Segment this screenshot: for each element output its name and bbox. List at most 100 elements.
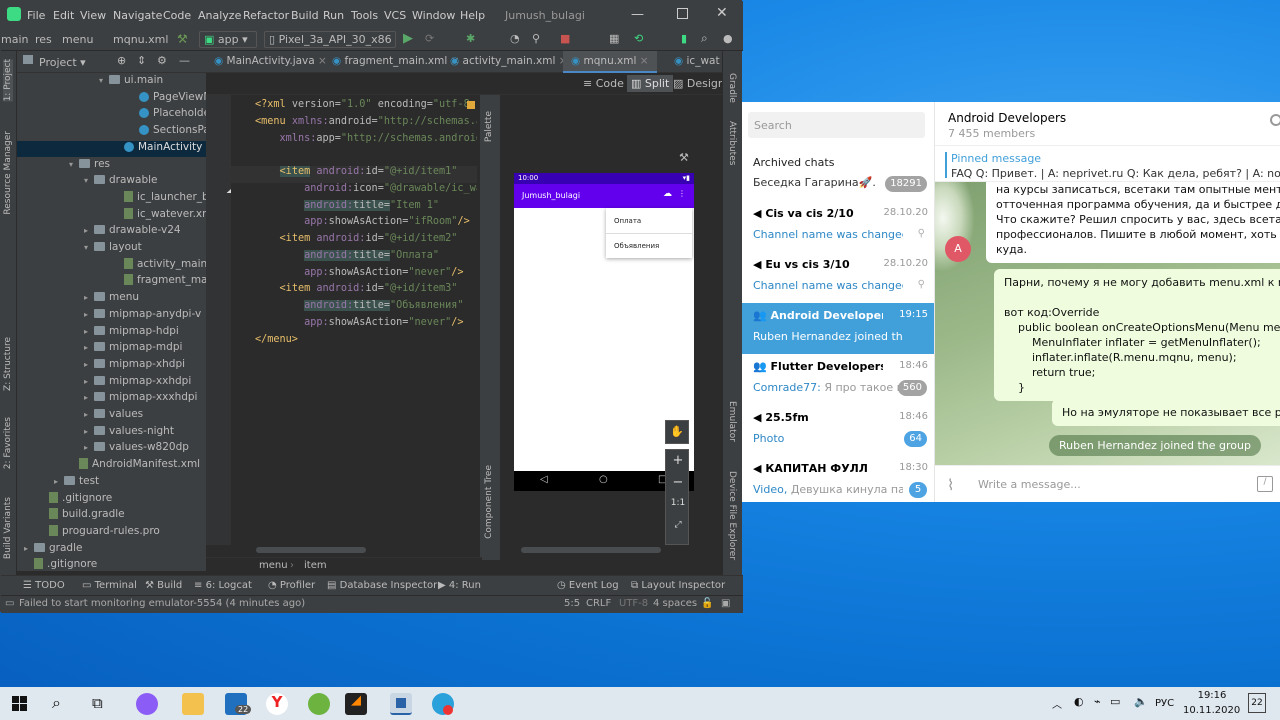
expand-icon[interactable]: ▸	[84, 310, 94, 319]
telegram-taskbar-icon[interactable]	[432, 693, 454, 715]
tree-item[interactable]: SectionsPag	[17, 124, 206, 140]
code-line[interactable]: 14 app:showAsAction="never"/>	[231, 317, 477, 334]
alice-icon[interactable]	[136, 693, 158, 715]
wrench-icon[interactable]: ⚒	[679, 151, 689, 164]
file-encoding[interactable]: UTF-8	[619, 598, 648, 609]
usb-icon[interactable]: ⌁	[1094, 695, 1101, 708]
tree-item[interactable]: ▸ mipmap-xxhdpi	[17, 375, 206, 391]
tree-item[interactable]: .gitignore	[17, 491, 206, 508]
tree-item[interactable]: .gitignore	[17, 558, 206, 571]
expand-icon[interactable]: ▸	[24, 544, 34, 553]
tree-item[interactable]: activity_main.x	[17, 257, 206, 274]
code-line[interactable]: 4	[231, 149, 477, 166]
expand-icon[interactable]: ▸	[84, 377, 94, 386]
close-button[interactable]: ✕	[716, 5, 728, 21]
task-view-icon[interactable]: ⧉	[92, 694, 103, 712]
zoom-fit-icon[interactable]: ⤢	[666, 520, 690, 530]
crumb-res[interactable]: res	[35, 33, 52, 46]
notification-center-icon[interactable]: 22	[1248, 693, 1266, 713]
expand-icon[interactable]: ▸	[84, 410, 94, 419]
tool-window-event-log[interactable]: ◷ Event Log	[557, 580, 619, 591]
search-icon[interactable]: ⌕	[52, 693, 61, 713]
horizontal-scrollbar[interactable]	[256, 547, 366, 553]
tree-item[interactable]: ▾ res	[17, 158, 206, 174]
tree-item[interactable]: fragment_main	[17, 274, 206, 290]
expand-icon[interactable]: ▾	[69, 160, 79, 169]
code-line[interactable]: 13 android:title="Объявления"	[231, 300, 477, 317]
menu-window[interactable]: Window	[412, 9, 455, 22]
code-editor[interactable]: 1<?xml version="1.0" encoding="utf-82<me…	[231, 95, 477, 555]
chat-list-item[interactable]: ◀ Eu vs cis 3/10 28.10.20 Channel name was…	[742, 252, 934, 303]
code-line[interactable]: 11 app:showAsAction="never"/>	[231, 267, 477, 284]
menu-view[interactable]: View	[80, 9, 106, 22]
tool-window-4-run[interactable]: ▶ 4: Run	[438, 580, 481, 591]
expand-icon[interactable]: ▾	[84, 243, 94, 252]
mode-split[interactable]: ▥ Split	[627, 75, 674, 92]
menu-refactor[interactable]: Refactor	[243, 9, 289, 22]
tree-item[interactable]: ▸ mipmap-anydpi-v	[17, 308, 206, 324]
tree-item[interactable]: ▸ mipmap-xhdpi	[17, 358, 206, 374]
stop-icon[interactable]: ■	[560, 32, 570, 45]
tree-item[interactable]: PageViewM	[17, 91, 206, 107]
chat-list-item[interactable]: ◀ Cis va cis 2/10 28.10.20 Channel name wa…	[742, 201, 934, 252]
pan-icon[interactable]: ✋	[665, 420, 689, 444]
project-structure-icon[interactable]: ▦	[609, 32, 619, 45]
crumb-file[interactable]: mqnu.xml	[113, 33, 168, 46]
breadcrumb-menu[interactable]: menu	[259, 560, 288, 571]
tree-item[interactable]: ▸ test	[17, 475, 206, 491]
code-line[interactable]: 6 android:icon="@drawable/ic_wa	[231, 183, 477, 200]
tree-item[interactable]: ▸ values-night	[17, 425, 206, 441]
tree-item[interactable]: AndroidManifest.xml	[17, 458, 206, 474]
code-line[interactable]: 9 <item android:id="@+id/item2"	[231, 233, 477, 250]
expand-icon[interactable]: ▸	[84, 343, 94, 352]
volume-icon[interactable]: 🔈	[1134, 695, 1148, 708]
tree-item[interactable]: ▸ menu	[17, 291, 206, 307]
code-line[interactable]: 15</menu>	[231, 334, 477, 351]
tool-tab-device-file-explorer[interactable]: Device File Explorer	[727, 471, 737, 560]
search-input[interactable]: Search	[748, 112, 925, 138]
tree-item[interactable]: ic_watever.xml	[17, 207, 206, 224]
tool-tab-attributes[interactable]: Attributes	[727, 121, 737, 165]
tool-tab-project[interactable]: 1: Project	[3, 59, 13, 102]
menu-file[interactable]: File	[27, 9, 45, 22]
expand-icon[interactable]: ▸	[84, 226, 94, 235]
chat-list-item[interactable]: ◀ 25.5fm 18:46 Photo 64	[742, 405, 934, 456]
tool-window-database-inspector[interactable]: ▤ Database Inspector	[327, 580, 437, 591]
tree-item[interactable]: ▸ mipmap-xxxhdpi	[17, 391, 206, 407]
search-icon[interactable]	[1270, 114, 1280, 126]
tree-item[interactable]: Placeholder	[17, 107, 206, 123]
expand-icon[interactable]: ▸	[84, 427, 94, 436]
tool-tab-build-variants[interactable]: Build Variants	[3, 497, 13, 559]
code-line[interactable]: 3 xmlns:app="http://schemas.android	[231, 133, 477, 150]
expand-icon[interactable]: ▸	[84, 293, 94, 302]
chat-header[interactable]: Android Developers 7 455 members	[935, 102, 1280, 146]
hammer-icon[interactable]: ⚒	[177, 32, 188, 46]
tree-item[interactable]: ▾ drawable	[17, 174, 206, 190]
message-bubble[interactable]: на курсы записаться, всетаки там опытные…	[986, 182, 1280, 263]
menu-navigate[interactable]: Navigate	[113, 9, 162, 22]
account-icon[interactable]: ●	[723, 32, 733, 45]
tree-item[interactable]: MainActivity	[17, 140, 206, 157]
editor-tab[interactable]: ◉ MainActivity.java ×	[206, 51, 335, 73]
search-everywhere-icon[interactable]: ⌕	[701, 31, 708, 46]
zoom-out-button[interactable]: −	[666, 475, 690, 490]
tool-tab-resource-manager[interactable]: Resource Manager	[3, 131, 13, 215]
tree-item[interactable]: ▸ values-w820dp	[17, 441, 206, 457]
tool-tab-emulator[interactable]: Emulator	[727, 401, 737, 442]
tool-tab-favorites[interactable]: 2: Favorites	[3, 417, 13, 469]
mode-code[interactable]: ≡ Code	[583, 77, 624, 90]
profiler-icon[interactable]: ◔	[510, 32, 520, 45]
zoom-actual-button[interactable]: 1:1	[666, 498, 690, 508]
expand-icon[interactable]: ▸	[54, 477, 64, 486]
code-line[interactable]: 8 app:showAsAction="ifRoom"/>	[231, 216, 477, 233]
menu-help[interactable]: Help	[460, 9, 485, 22]
mail-icon[interactable]: 22	[225, 693, 252, 715]
run-config-select[interactable]: ▣ app ▾	[199, 31, 257, 48]
tool-window-todo[interactable]: ☰ TODO	[23, 580, 65, 591]
menu-run[interactable]: Run	[323, 9, 344, 22]
tool-window-layout-inspector[interactable]: ⧉ Layout Inspector	[631, 580, 725, 591]
editor-tab[interactable]: ◉ activity_main.xml ×	[442, 51, 576, 73]
tree-item[interactable]: ▸ mipmap-mdpi	[17, 341, 206, 357]
maximize-button[interactable]	[677, 8, 688, 19]
tree-item[interactable]: ▸ mipmap-hdpi	[17, 325, 206, 341]
